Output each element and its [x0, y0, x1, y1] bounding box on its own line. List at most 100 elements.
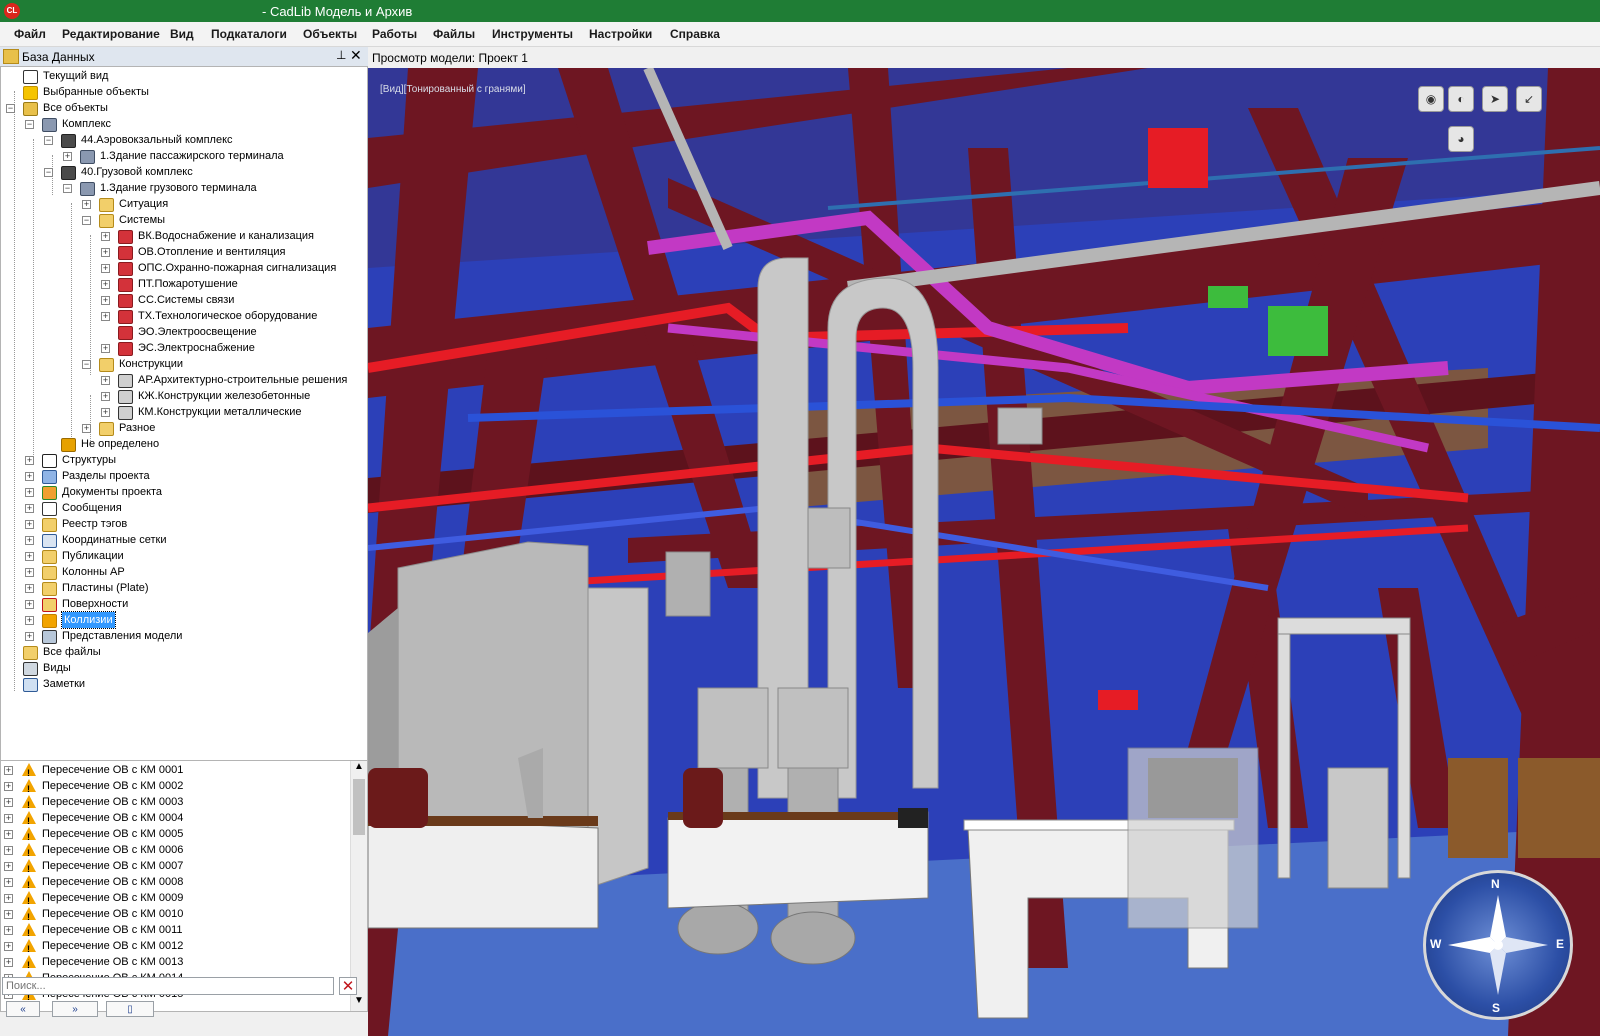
tree-item[interactable]: + Поверхности: [1, 596, 361, 612]
collapse-icon[interactable]: −: [44, 136, 53, 145]
expand-icon[interactable]: +: [25, 536, 34, 545]
expand-icon[interactable]: +: [4, 878, 13, 887]
expand-icon[interactable]: +: [4, 910, 13, 919]
collision-item[interactable]: +! Пересечение ОВ с КМ 0001: [1, 762, 347, 778]
tree-item[interactable]: Текущий вид: [1, 68, 361, 84]
menu-settings[interactable]: Настройки: [589, 27, 652, 41]
expand-icon[interactable]: +: [101, 392, 110, 401]
expand-icon[interactable]: +: [25, 568, 34, 577]
expand-icon[interactable]: +: [101, 376, 110, 385]
tree-item[interactable]: Виды: [1, 660, 361, 676]
collision-item[interactable]: +! Пересечение ОВ с КМ 0008: [1, 874, 347, 890]
tree-item[interactable]: + Пластины (Plate): [1, 580, 361, 596]
orbit-icon[interactable]: ◐: [1448, 86, 1474, 112]
tree-item[interactable]: +1.Здание пассажирского терминала: [1, 148, 361, 164]
expand-icon[interactable]: +: [4, 846, 13, 855]
expand-icon[interactable]: +: [4, 958, 13, 967]
tree-item[interactable]: + Коллизии: [1, 611, 361, 629]
menu-edit[interactable]: Редактирование: [62, 27, 160, 41]
expand-icon[interactable]: +: [4, 782, 13, 791]
tree-item[interactable]: − Системы: [1, 212, 361, 228]
collision-item[interactable]: +! Пересечение ОВ с КМ 0009: [1, 890, 347, 906]
collision-item[interactable]: +! Пересечение ОВ с КМ 0004: [1, 810, 347, 826]
tree-item[interactable]: Не определено: [1, 436, 361, 452]
expand-icon[interactable]: +: [4, 926, 13, 935]
collision-item[interactable]: +! Пересечение ОВ с КМ 0011: [1, 922, 347, 938]
tree-item[interactable]: + ВК.Водоснабжение и канализация: [1, 228, 361, 244]
search-input[interactable]: [2, 977, 334, 995]
expand-icon[interactable]: +: [101, 248, 110, 257]
expand-icon[interactable]: +: [4, 798, 13, 807]
menu-tools[interactable]: Инструменты: [492, 27, 573, 41]
collision-item[interactable]: +! Пересечение ОВ с КМ 0003: [1, 794, 347, 810]
expand-icon[interactable]: +: [25, 472, 34, 481]
expand-icon[interactable]: +: [101, 408, 110, 417]
expand-icon[interactable]: +: [4, 766, 13, 775]
fly-icon[interactable]: ➤: [1482, 86, 1508, 112]
tree-item[interactable]: − Комплекс: [1, 116, 361, 132]
expand-icon[interactable]: +: [25, 632, 34, 641]
walk-icon[interactable]: ↙: [1516, 86, 1542, 112]
tree-item[interactable]: − 40.Грузовой комплекс: [1, 164, 361, 180]
expand-icon[interactable]: +: [82, 200, 91, 209]
collapse-icon[interactable]: −: [44, 168, 53, 177]
expand-icon[interactable]: +: [101, 296, 110, 305]
tree-item[interactable]: Заметки: [1, 676, 361, 692]
expand-icon[interactable]: +: [4, 830, 13, 839]
collision-list[interactable]: +!Пересечение ОВ с КМ 0015+!Пересечение …: [0, 760, 368, 1012]
menu-subcatalogs[interactable]: Подкаталоги: [211, 27, 287, 41]
menu-view[interactable]: Вид: [170, 27, 194, 41]
tree-item[interactable]: + ЭС.Электроснабжение: [1, 340, 361, 356]
tree-item[interactable]: + ПТ.Пожаротушение: [1, 276, 361, 292]
tree-item[interactable]: + Колонны АР: [1, 564, 361, 580]
nav-prev-button[interactable]: «: [6, 1001, 40, 1017]
collapse-icon[interactable]: −: [25, 120, 34, 129]
expand-icon[interactable]: +: [101, 264, 110, 273]
tree-item[interactable]: − Все объекты: [1, 100, 361, 116]
tree-item[interactable]: + Разное: [1, 420, 361, 436]
collision-item[interactable]: +! Пересечение ОВ с КМ 0010: [1, 906, 347, 922]
expand-icon[interactable]: +: [4, 894, 13, 903]
database-tree[interactable]: Текущий вид Выбранные объекты − Все объекты…: [0, 66, 368, 761]
menu-file[interactable]: Файл: [14, 27, 46, 41]
collision-item[interactable]: +! Пересечение ОВ с КМ 0005: [1, 826, 347, 842]
tree-item[interactable]: + Документы проекта: [1, 484, 361, 500]
tree-item[interactable]: − 1.Здание грузового терминала: [1, 180, 361, 196]
close-panel-button[interactable]: ✕: [350, 47, 362, 64]
expand-icon[interactable]: +: [25, 456, 34, 465]
tree-item[interactable]: + Разделы проекта: [1, 468, 361, 484]
tree-item[interactable]: + КМ.Конструкции металлические: [1, 404, 361, 420]
collapse-icon[interactable]: −: [63, 184, 72, 193]
collapse-icon[interactable]: −: [82, 216, 91, 225]
menu-help[interactable]: Справка: [670, 27, 720, 41]
collapse-icon[interactable]: −: [82, 360, 91, 369]
pin-icon[interactable]: ⊥: [336, 48, 346, 62]
scroll-down-icon[interactable]: ▼: [354, 995, 364, 1006]
expand-icon[interactable]: +: [101, 280, 110, 289]
tree-item[interactable]: Выбранные объекты: [1, 84, 361, 100]
tree-item[interactable]: + ОПС.Охранно-пожарная сигнализация: [1, 260, 361, 276]
tree-item[interactable]: + Координатные сетки: [1, 532, 361, 548]
nav-document-button[interactable]: ▯: [106, 1001, 154, 1017]
collision-item[interactable]: +! Пересечение ОВ с КМ 0002: [1, 778, 347, 794]
palette-icon[interactable]: ◕: [1448, 126, 1474, 152]
expand-icon[interactable]: +: [82, 424, 91, 433]
expand-icon[interactable]: +: [101, 232, 110, 241]
tree-item[interactable]: − Конструкции: [1, 356, 361, 372]
tree-item[interactable]: + ОВ.Отопление и вентиляция: [1, 244, 361, 260]
expand-icon[interactable]: +: [25, 488, 34, 497]
expand-icon[interactable]: +: [4, 942, 13, 951]
expand-icon[interactable]: +: [25, 584, 34, 593]
tree-item[interactable]: ЭО.Электроосвещение: [1, 324, 361, 340]
scroll-thumb[interactable]: [353, 779, 365, 835]
tree-item[interactable]: + Реестр тэгов: [1, 516, 361, 532]
menu-objects[interactable]: Объекты: [303, 27, 357, 41]
model-viewport[interactable]: [Вид][Тонированный с гранями] ◉ ◐ ➤ ↙ ◕: [368, 68, 1600, 1036]
collision-item[interactable]: +! Пересечение ОВ с КМ 0007: [1, 858, 347, 874]
menu-works[interactable]: Работы: [372, 27, 417, 41]
tree-item[interactable]: + Сообщения: [1, 500, 361, 516]
collision-item[interactable]: +! Пересечение ОВ с КМ 0006: [1, 842, 347, 858]
tree-item[interactable]: + Публикации: [1, 548, 361, 564]
expand-icon[interactable]: +: [25, 504, 34, 513]
collision-item[interactable]: +! Пересечение ОВ с КМ 0013: [1, 954, 347, 970]
